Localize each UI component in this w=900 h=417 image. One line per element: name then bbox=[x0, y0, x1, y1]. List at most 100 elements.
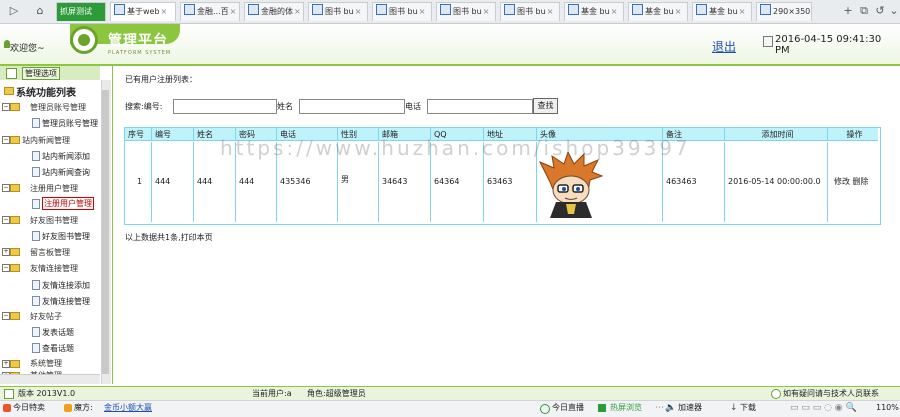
zoom-level[interactable]: 110% bbox=[876, 400, 899, 416]
more-icon[interactable]: ⋯ bbox=[655, 400, 664, 416]
status-download[interactable]: 下载 bbox=[740, 400, 756, 416]
tab-label: 基金 bu bbox=[581, 7, 610, 16]
browser-tab[interactable]: 图书 bu× bbox=[372, 2, 432, 21]
welcome-text: 欢迎您~ bbox=[10, 44, 45, 54]
sidebar-item-links-manage[interactable]: 友情连接管理 bbox=[42, 296, 90, 307]
help-icon bbox=[771, 389, 781, 399]
close-icon[interactable]: × bbox=[419, 7, 426, 16]
page-icon bbox=[312, 4, 323, 15]
sidebar-item-links-add[interactable]: 友情连接添加 bbox=[42, 280, 90, 291]
sidebar-group-users[interactable]: 注册用户管理 bbox=[30, 183, 78, 194]
sidebar-item-news-query[interactable]: 站内新闻查询 bbox=[42, 167, 90, 178]
collapse-icon[interactable]: − bbox=[2, 264, 10, 272]
status-live[interactable]: 今日直播 bbox=[552, 400, 584, 416]
sidebar-scroll-thumb[interactable] bbox=[102, 90, 109, 374]
close-icon[interactable]: × bbox=[294, 7, 301, 16]
download-icon[interactable]: ↓ bbox=[730, 400, 738, 416]
edit-link[interactable]: 修改 bbox=[834, 177, 850, 186]
sidebar-item-admin-account[interactable]: 管理员账号管理 bbox=[42, 118, 98, 129]
browser-tab[interactable]: 抓屏测试 bbox=[56, 2, 106, 21]
browser-tab[interactable]: 基金 bu× bbox=[628, 2, 688, 21]
page-icon bbox=[32, 296, 40, 306]
sidebar-item-books[interactable]: 好友图书管理 bbox=[42, 231, 90, 242]
tab-label: 金融的体 bbox=[261, 7, 293, 16]
tab-label: 图书 bu bbox=[325, 7, 354, 16]
page-icon bbox=[568, 4, 579, 15]
collapse-icon[interactable]: − bbox=[2, 184, 10, 192]
tab-label: 基金 bu bbox=[645, 7, 674, 16]
expand-icon[interactable]: + bbox=[2, 248, 10, 256]
column-header: 操作 bbox=[828, 128, 878, 141]
browser-tab[interactable]: 图书 bu× bbox=[308, 2, 368, 21]
browser-tab[interactable]: 290×350× bbox=[756, 2, 812, 21]
restore-tabs-icon[interactable]: ⧉ bbox=[856, 3, 872, 19]
forward-icon[interactable]: ▷ bbox=[6, 3, 22, 19]
page-icon bbox=[32, 151, 40, 161]
expand-icon[interactable]: + bbox=[2, 360, 10, 368]
search-name-input[interactable] bbox=[299, 99, 405, 114]
page-icon bbox=[376, 4, 387, 15]
sale-icon bbox=[3, 404, 11, 412]
sidebar-hscrollbar[interactable] bbox=[0, 374, 100, 384]
close-icon[interactable]: × bbox=[675, 7, 682, 16]
status-magic-cube[interactable]: 魔方: bbox=[74, 400, 93, 416]
browser-tab[interactable]: 金融的体× bbox=[244, 2, 304, 21]
sidebar-item-post-topic[interactable]: 发表话题 bbox=[42, 327, 74, 338]
close-icon[interactable]: × bbox=[483, 7, 490, 16]
close-icon[interactable]: × bbox=[547, 7, 554, 16]
logout-link[interactable]: 退出 bbox=[712, 38, 736, 55]
collapse-icon[interactable]: − bbox=[2, 216, 10, 224]
browser-tab[interactable]: 图书 bu× bbox=[500, 2, 560, 21]
sidebar-group-admin[interactable]: 管理员账号管理 bbox=[30, 102, 86, 113]
sidebar-group-system[interactable]: 系统管理 bbox=[30, 358, 62, 369]
sidebar-group-books[interactable]: 好友图书管理 bbox=[30, 215, 78, 226]
close-icon[interactable]: × bbox=[355, 7, 362, 16]
status-link[interactable]: 金币小额大赢 bbox=[104, 400, 152, 416]
browser-tab[interactable]: 基于web× bbox=[110, 2, 176, 21]
sidebar-group-posts[interactable]: 好友帖子 bbox=[30, 311, 62, 322]
page-icon bbox=[32, 327, 40, 337]
page-icon bbox=[504, 4, 515, 15]
search-phone-input[interactable] bbox=[427, 99, 533, 114]
close-icon[interactable]: × bbox=[230, 7, 237, 16]
delete-link[interactable]: 删除 bbox=[853, 177, 869, 186]
browser-tab[interactable]: 图书 bu× bbox=[436, 2, 496, 21]
chevron-down-icon[interactable]: ⌄ bbox=[886, 3, 900, 19]
tab-label: 290×350 bbox=[773, 7, 811, 16]
new-tab-icon[interactable]: + bbox=[840, 3, 856, 19]
avatar bbox=[538, 152, 604, 218]
status-today-sale[interactable]: 今日特卖 bbox=[13, 400, 45, 416]
browser-tab[interactable]: 基金 bu× bbox=[564, 2, 624, 21]
sidebar-group-guestbook[interactable]: 留言板管理 bbox=[30, 247, 70, 258]
close-icon[interactable]: × bbox=[739, 7, 746, 16]
sidebar-group-links[interactable]: 友情连接管理 bbox=[30, 263, 78, 274]
browser-tab[interactable]: 基金 bu× bbox=[692, 2, 752, 21]
manage-options-button[interactable]: 管理选项 bbox=[22, 67, 60, 80]
sidebar-group-news[interactable]: 站内新闻管理 bbox=[22, 135, 70, 146]
sidebar-item-registered-users[interactable]: 注册用户管理 bbox=[42, 197, 94, 210]
collapse-icon[interactable]: − bbox=[2, 312, 10, 320]
close-icon[interactable]: × bbox=[161, 7, 168, 16]
page-icon bbox=[248, 4, 259, 15]
close-icon[interactable]: × bbox=[611, 7, 618, 16]
browser-tab[interactable]: 金融...百× bbox=[180, 2, 240, 21]
search-button[interactable]: 查找 bbox=[533, 98, 558, 114]
toolbar-icon[interactable]: ▭ ▭ ▭ ◌ ◉ 🔍 bbox=[790, 400, 857, 416]
page-icon bbox=[32, 167, 40, 177]
status-screen-browse[interactable]: 热屏浏览 bbox=[610, 400, 642, 416]
tab-label: 基金 bu bbox=[709, 7, 738, 16]
collapse-icon[interactable]: − bbox=[2, 136, 10, 144]
sidebar-item-news-add[interactable]: 站内新闻添加 bbox=[42, 151, 90, 162]
close-icon[interactable]: × bbox=[811, 7, 812, 16]
status-accelerator[interactable]: 加速器 bbox=[678, 400, 702, 416]
column-header: 添加时间 bbox=[725, 128, 828, 141]
folder-icon bbox=[4, 87, 14, 95]
collapse-icon[interactable]: − bbox=[2, 103, 10, 111]
mute-icon[interactable]: 🔈 bbox=[665, 400, 676, 416]
content-caption: 已有用户注册列表： bbox=[125, 75, 197, 84]
page-icon bbox=[32, 280, 40, 290]
home-icon[interactable]: ⌂ bbox=[32, 3, 48, 19]
search-id-input[interactable] bbox=[173, 99, 277, 114]
table-footer: 以上数据共1条,打印本页 bbox=[125, 233, 213, 242]
sidebar-item-view-topic[interactable]: 查看话题 bbox=[42, 343, 74, 354]
